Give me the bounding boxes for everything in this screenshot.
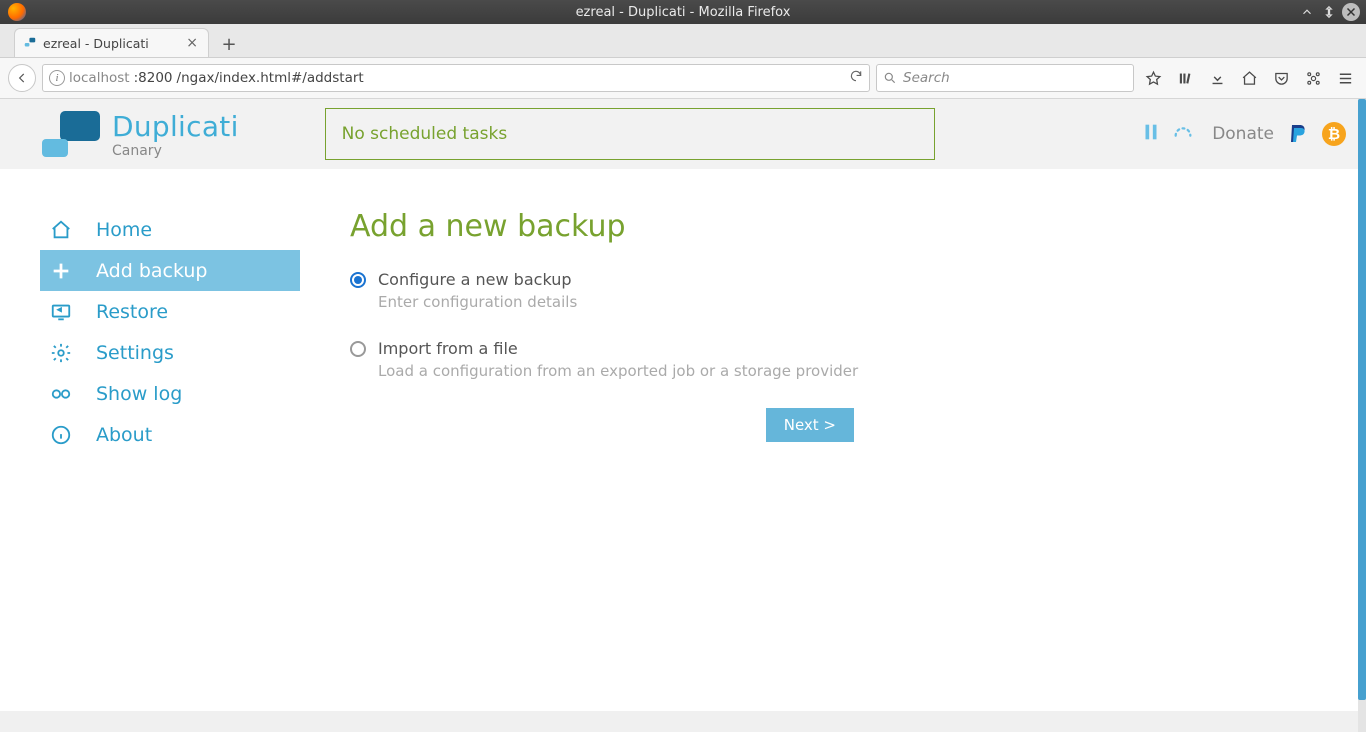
tab-strip: ezreal - Duplicati × +: [0, 24, 1366, 58]
tab-favicon-icon: [23, 36, 37, 50]
next-button[interactable]: Next >: [766, 408, 854, 442]
paypal-icon[interactable]: [1286, 121, 1310, 147]
downloads-icon[interactable]: [1204, 65, 1230, 91]
sidebar-item-show-log[interactable]: Show log: [40, 373, 300, 414]
home-icon: [48, 219, 74, 241]
extension-icon[interactable]: [1300, 65, 1326, 91]
app-footer: [0, 711, 1358, 732]
scrollbar-thumb[interactable]: [1358, 99, 1366, 700]
sidebar-item-label: Restore: [96, 301, 168, 323]
window-titlebar: ezreal - Duplicati - Mozilla Firefox: [0, 0, 1366, 24]
info-icon: [48, 424, 74, 446]
url-port: :8200: [134, 70, 173, 86]
pause-icon[interactable]: [1140, 121, 1162, 147]
search-placeholder: Search: [903, 70, 950, 86]
window-close-icon[interactable]: [1342, 3, 1360, 21]
page-title: Add a new backup: [350, 209, 858, 244]
log-icon: [48, 383, 74, 405]
url-host: localhost: [69, 70, 130, 86]
url-toolbar: i localhost:8200/ngax/index.html#/addsta…: [0, 58, 1366, 99]
tab-title: ezreal - Duplicati: [43, 36, 178, 51]
window-minimize-icon[interactable]: [1298, 3, 1316, 21]
bookmark-star-icon[interactable]: [1140, 65, 1166, 91]
reload-icon[interactable]: [849, 69, 863, 87]
option-configure-new[interactable]: Configure a new backup Enter configurati…: [350, 270, 858, 311]
sidebar-item-label: Settings: [96, 342, 174, 364]
scrollbar[interactable]: [1358, 99, 1366, 732]
restore-icon: [48, 301, 74, 323]
status-text: No scheduled tasks: [342, 124, 508, 144]
pocket-icon[interactable]: [1268, 65, 1294, 91]
browser-tab[interactable]: ezreal - Duplicati ×: [14, 28, 209, 57]
radio-icon[interactable]: [350, 272, 366, 288]
window-title: ezreal - Duplicati - Mozilla Firefox: [576, 5, 791, 20]
main-content: Add a new backup Configure a new backup …: [300, 209, 858, 455]
sidebar: Home Add backup Restore Settings Show lo…: [0, 209, 300, 455]
option-subtitle: Enter configuration details: [378, 293, 577, 311]
back-button[interactable]: [8, 64, 36, 92]
home-icon[interactable]: [1236, 65, 1262, 91]
throttle-icon[interactable]: [1172, 121, 1194, 147]
new-tab-button[interactable]: +: [215, 31, 243, 57]
sidebar-item-add-backup[interactable]: Add backup: [40, 250, 300, 291]
option-subtitle: Load a configuration from an exported jo…: [378, 362, 858, 380]
sidebar-item-home[interactable]: Home: [40, 209, 300, 250]
search-input[interactable]: Search: [876, 64, 1134, 92]
app-header: Duplicati Canary No scheduled tasks Dona…: [0, 99, 1366, 169]
brand-channel: Canary: [112, 143, 239, 159]
sidebar-item-label: Add backup: [96, 260, 208, 282]
bitcoin-icon[interactable]: ₿: [1322, 122, 1346, 146]
donate-link[interactable]: Donate: [1212, 124, 1274, 144]
app-logo[interactable]: Duplicati Canary: [40, 110, 239, 159]
info-icon[interactable]: i: [49, 70, 65, 86]
sidebar-item-about[interactable]: About: [40, 414, 300, 455]
sidebar-item-label: Home: [96, 219, 152, 241]
option-title: Import from a file: [378, 339, 858, 358]
window-maximize-icon[interactable]: [1320, 3, 1338, 21]
gear-icon: [48, 342, 74, 364]
option-import-file[interactable]: Import from a file Load a configuration …: [350, 339, 858, 380]
search-icon: [883, 71, 897, 85]
tab-close-icon[interactable]: ×: [184, 35, 200, 51]
plus-icon: [48, 260, 74, 282]
sidebar-item-restore[interactable]: Restore: [40, 291, 300, 332]
sidebar-item-label: Show log: [96, 383, 182, 405]
url-input[interactable]: i localhost:8200/ngax/index.html#/addsta…: [42, 64, 870, 92]
sidebar-item-settings[interactable]: Settings: [40, 332, 300, 373]
sidebar-item-label: About: [96, 424, 152, 446]
status-bar: No scheduled tasks: [325, 108, 935, 160]
library-icon[interactable]: [1172, 65, 1198, 91]
radio-icon[interactable]: [350, 341, 366, 357]
firefox-logo-icon: [8, 3, 26, 21]
brand-name: Duplicati: [112, 110, 239, 143]
logo-mark-icon: [40, 111, 100, 157]
hamburger-menu-icon[interactable]: [1332, 65, 1358, 91]
url-path: /ngax/index.html#/addstart: [177, 70, 364, 86]
option-title: Configure a new backup: [378, 270, 577, 289]
